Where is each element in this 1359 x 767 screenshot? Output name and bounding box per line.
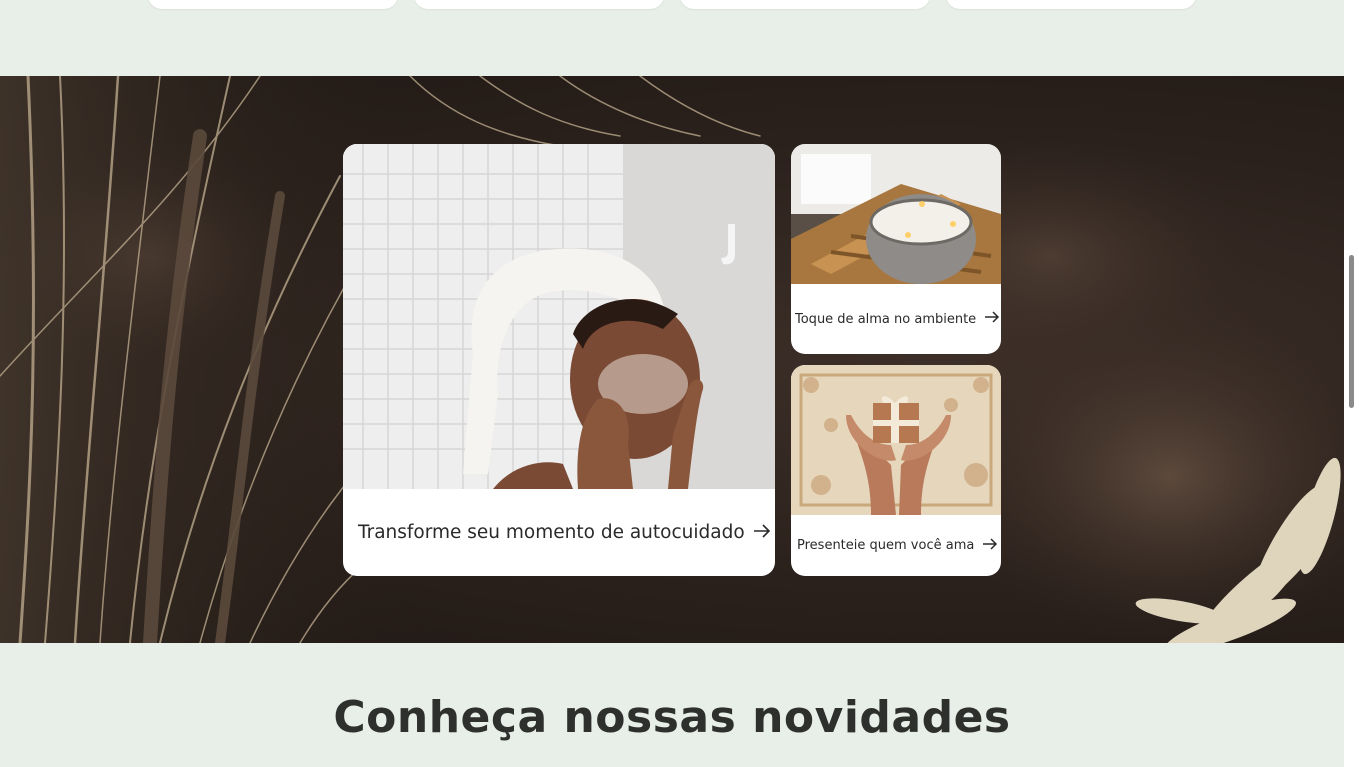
promo-card-label: Transforme seu momento de autocuidado [358, 522, 745, 543]
promo-card-ambient[interactable]: Toque de alma no ambiente [791, 144, 1001, 354]
promo-card-selfcare[interactable]: Transforme seu momento de autocuidado [343, 144, 775, 576]
promo-card-label: Presenteie quem você ama [797, 538, 975, 553]
arrow-right-icon [984, 311, 1000, 327]
section-title: Conheça nossas novidades [333, 692, 1011, 743]
promo-banner: Transforme seu momento de autocuidado To… [0, 76, 1344, 643]
candle-photo [791, 144, 1001, 284]
selfcare-photo [343, 144, 775, 489]
arrow-right-icon [753, 522, 771, 543]
scrollbar-thumb[interactable] [1349, 255, 1354, 408]
page-scrollbar[interactable] [1344, 0, 1359, 767]
promo-card-gift[interactable]: Presenteie quem você ama [791, 365, 1001, 576]
page: Transforme seu momento de autocuidado To… [0, 0, 1344, 767]
category-card-partial[interactable] [680, 0, 930, 9]
category-card-partial[interactable] [148, 0, 398, 9]
promo-card-caption: Presenteie quem você ama [791, 515, 1001, 576]
promo-card-caption: Toque de alma no ambiente [791, 284, 1001, 354]
promo-card-label: Toque de alma no ambiente [795, 311, 977, 327]
arrow-right-icon [982, 537, 998, 554]
promo-card-caption: Transforme seu momento de autocuidado [343, 489, 775, 576]
category-card-partial[interactable] [946, 0, 1196, 9]
gift-photo [791, 365, 1001, 515]
category-card-partial[interactable] [414, 0, 664, 9]
